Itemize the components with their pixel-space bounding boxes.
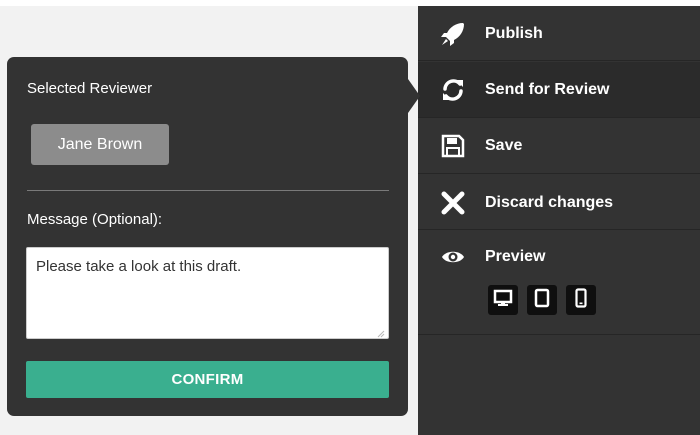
discard-changes-label: Discard changes (485, 194, 614, 211)
mobile-icon (575, 287, 587, 313)
popover-arrow (408, 79, 420, 113)
tablet-icon (534, 288, 550, 313)
resize-grip-icon[interactable] (375, 325, 385, 338)
preview-tablet-button[interactable] (527, 285, 557, 315)
reviewer-chip[interactable]: Jane Brown (31, 124, 169, 165)
save-button[interactable]: Save (418, 119, 700, 174)
preview-section: Preview (418, 231, 700, 335)
publish-label: Publish (485, 25, 543, 42)
preview-device-row (488, 285, 596, 315)
refresh-icon (440, 77, 466, 103)
rocket-icon (440, 21, 466, 47)
send-for-review-button[interactable]: Send for Review (418, 62, 700, 118)
send-for-review-label: Send for Review (485, 81, 610, 98)
discard-changes-button[interactable]: Discard changes (418, 175, 700, 230)
desktop-icon (493, 289, 513, 312)
preview-label: Preview (485, 248, 546, 265)
floppy-disk-icon (440, 133, 466, 159)
selected-reviewer-heading: Selected Reviewer (27, 80, 153, 97)
message-textarea[interactable]: Please take a look at this draft. (26, 247, 389, 339)
action-sidebar: Publish Send for Review Save Discard cha… (418, 6, 700, 435)
panel-divider (27, 190, 389, 191)
preview-mobile-button[interactable] (566, 285, 596, 315)
publish-button[interactable]: Publish (418, 6, 700, 61)
preview-desktop-button[interactable] (488, 285, 518, 315)
eye-icon (440, 244, 466, 270)
save-label: Save (485, 137, 523, 154)
close-x-icon (440, 190, 466, 216)
confirm-button[interactable]: CONFIRM (26, 361, 389, 398)
send-review-popover: Selected Reviewer Jane Brown Message (Op… (7, 57, 420, 416)
message-label: Message (Optional): (27, 211, 163, 228)
